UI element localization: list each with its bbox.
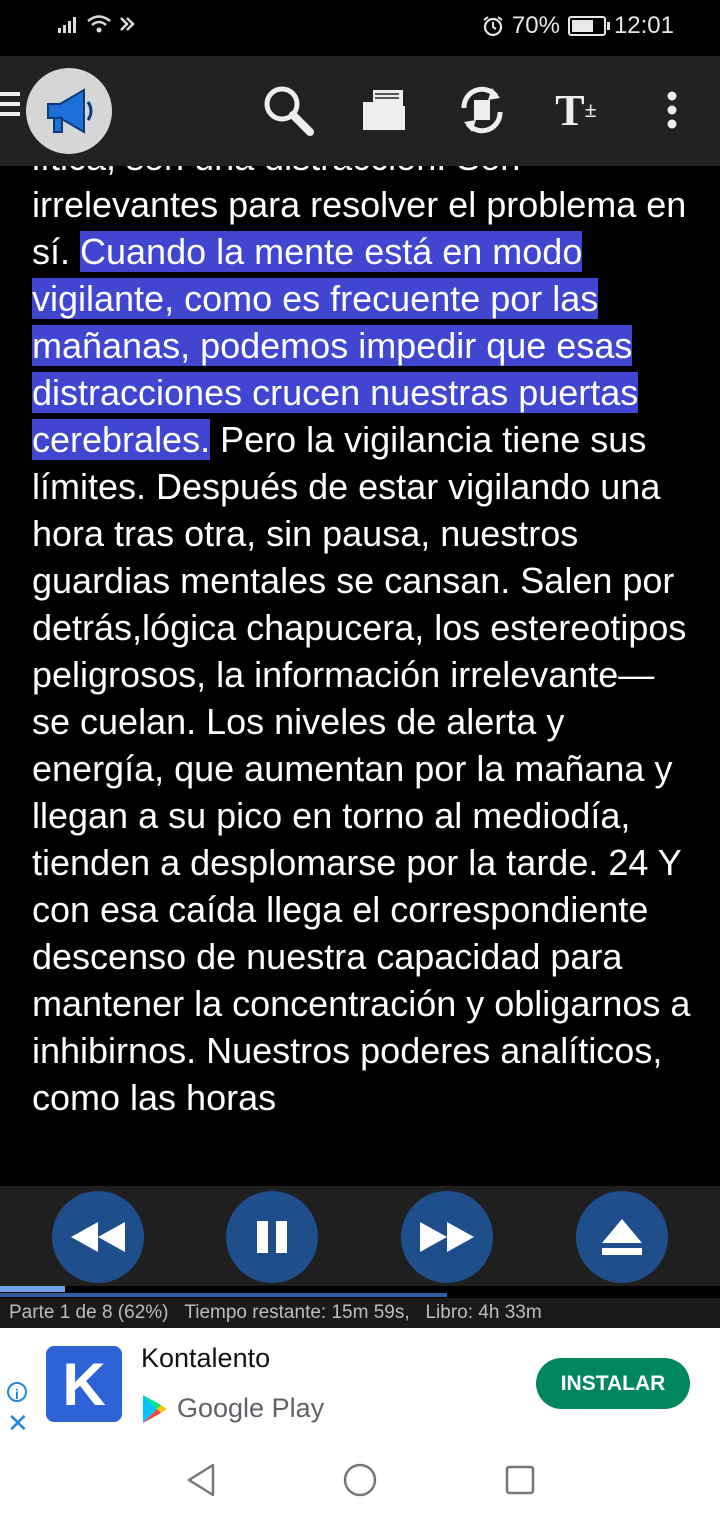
search-icon[interactable]: [258, 82, 318, 138]
app-logo-megaphone[interactable]: [26, 68, 112, 154]
status-bar: 70% 12:01: [0, 0, 720, 56]
pause-button[interactable]: [226, 1191, 318, 1283]
alarm-icon: [483, 16, 503, 37]
megaphone-icon: [47, 88, 93, 134]
fast-forward-icon: [420, 1222, 474, 1252]
eject-icon: [602, 1219, 642, 1255]
sync-icon[interactable]: [452, 82, 512, 138]
ad-store-name: Google Play: [177, 1393, 325, 1423]
book-progress-track[interactable]: [0, 1293, 447, 1297]
nfc-icon: [120, 17, 135, 31]
battery-fill: [571, 20, 593, 32]
playback-info: Parte 1 de 8 (62%) Tiempo restante: 15m …: [0, 1298, 720, 1328]
home-icon[interactable]: [342, 1462, 378, 1498]
google-play-icon: [143, 1395, 167, 1423]
rewind-button[interactable]: [52, 1191, 144, 1283]
reader-page[interactable]: lítica, son una distracción. Son irrelev…: [0, 166, 720, 1186]
ad-close-icon[interactable]: ✕: [7, 1410, 29, 1436]
text-size-icon[interactable]: T ±: [546, 82, 606, 138]
ad-app-name[interactable]: Kontalento: [141, 1343, 270, 1374]
menu-icon[interactable]: [0, 92, 20, 122]
ad-app-logo[interactable]: K: [46, 1346, 122, 1422]
install-button[interactable]: INSTALAR: [536, 1358, 690, 1409]
wifi-icon: [87, 15, 111, 33]
book-length-label: Libro: 4h 33m: [425, 1302, 542, 1323]
battery-percent: 70%: [511, 12, 560, 39]
back-icon[interactable]: [185, 1462, 217, 1498]
more-vert-icon[interactable]: [642, 82, 702, 138]
recents-icon[interactable]: [504, 1462, 536, 1498]
text-size-label: T: [555, 85, 585, 135]
book-text: lítica, son una distracción. Son irrelev…: [32, 166, 692, 1121]
fast-forward-button[interactable]: [401, 1191, 493, 1283]
eject-button[interactable]: [576, 1191, 668, 1283]
text-size-plus: ±: [584, 97, 597, 122]
text-after: Pero la vigilancia tiene sus límites. De…: [32, 419, 691, 1118]
pause-icon: [257, 1221, 287, 1253]
status-right: 70% 12:01: [482, 12, 674, 40]
battery-icon: [567, 16, 610, 36]
status-left: [58, 14, 140, 34]
track-progress-bar[interactable]: [0, 1286, 65, 1292]
rewind-icon: [71, 1222, 125, 1252]
clock: 12:01: [613, 12, 674, 39]
part-label: Parte 1 de 8 (62%): [9, 1302, 169, 1323]
signal-icon: [58, 17, 76, 33]
folder-icon[interactable]: [354, 82, 414, 138]
time-remaining-label: Tiempo restante: 15m 59s,: [184, 1302, 410, 1323]
ad-info-icon[interactable]: i: [7, 1382, 27, 1402]
